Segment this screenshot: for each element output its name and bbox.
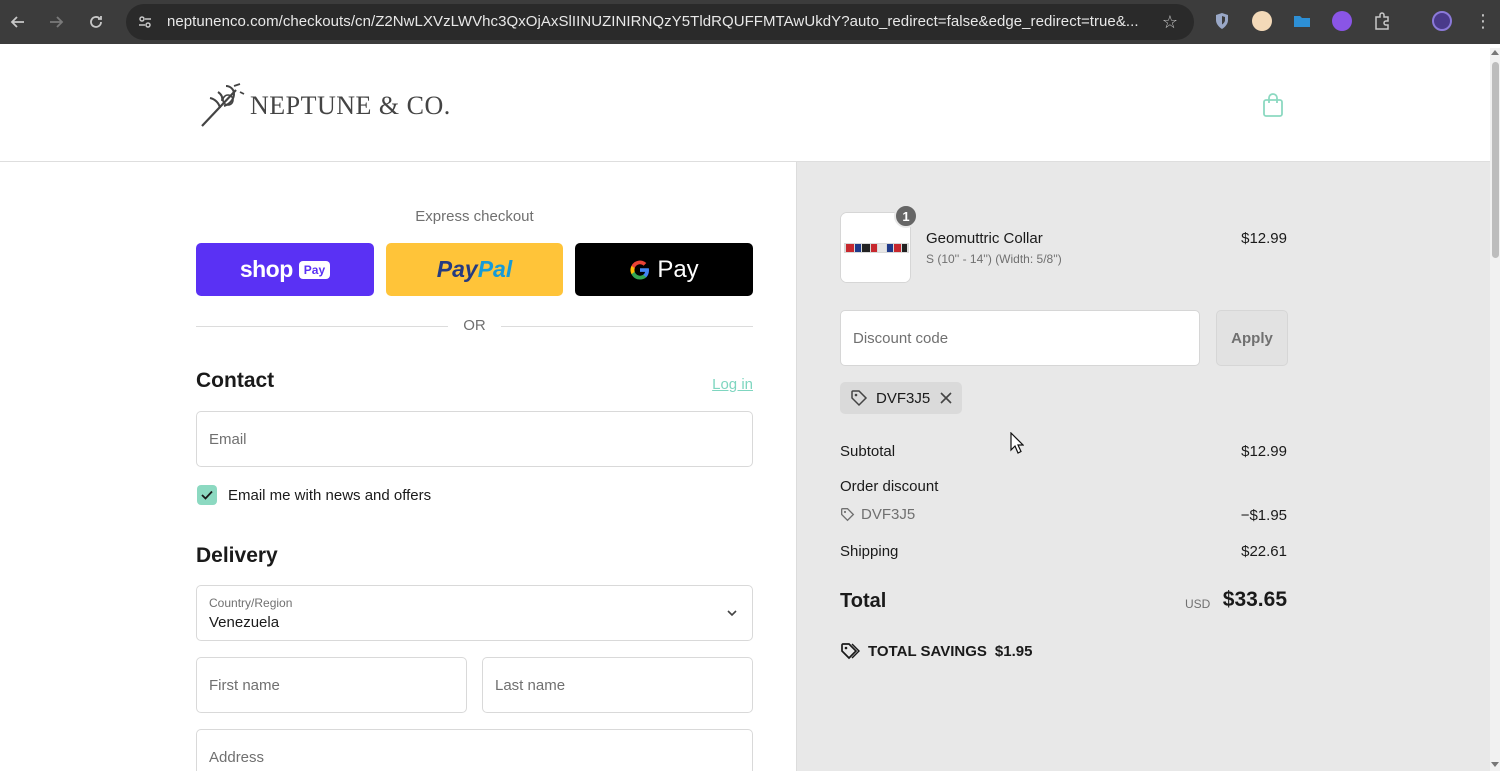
paypal-wordmark: PayPal <box>437 256 512 283</box>
applied-discount-chip: DVF3J5 <box>840 382 963 414</box>
profile-avatar-icon[interactable] <box>1432 11 1452 31</box>
address-field[interactable]: Address <box>196 729 753 771</box>
shop-pay-wordmark: shop <box>239 256 293 282</box>
tag-icon <box>841 508 855 522</box>
express-checkout-title: Express checkout <box>415 208 534 225</box>
delivery-heading: Delivery <box>196 544 278 567</box>
checkout-form: Express checkout shop Pay PayPal Pay OR … <box>0 162 796 771</box>
apply-discount-button[interactable]: Apply <box>1216 310 1288 366</box>
country-value: Venezuela <box>209 614 280 631</box>
order-discount-label: Order discount <box>840 478 939 495</box>
total-label: Total <box>840 590 887 612</box>
bookmark-star-icon[interactable]: ☆ <box>1160 12 1180 32</box>
login-link[interactable]: Log in <box>690 376 753 393</box>
reload-button[interactable] <box>82 8 110 36</box>
order-discount-code: DVF3J5 <box>861 506 916 523</box>
product-name: Geomuttric Collar <box>926 230 1043 247</box>
url-text[interactable]: neptunenco.com/checkouts/cn/Z2NwLXVzLWVh… <box>167 13 1147 30</box>
order-summary: 1 Geomuttric Collar S (10'' - 14'') (Wid… <box>796 162 1490 771</box>
shop-pay-badge: Pay <box>298 260 331 279</box>
scroll-up-arrow-icon[interactable] <box>1491 50 1499 55</box>
google-pay-wordmark: Pay <box>629 255 699 284</box>
country-label: Country/Region <box>209 596 293 610</box>
paypal-button[interactable]: PayPal <box>386 243 563 296</box>
chevron-down-icon <box>726 606 738 624</box>
email-field[interactable]: Email <box>196 411 753 467</box>
first-name-field[interactable]: First name <box>196 657 467 713</box>
or-label: OR <box>448 317 501 334</box>
puzzle-extensions-icon[interactable] <box>1372 11 1392 31</box>
remove-discount-icon[interactable] <box>940 392 952 404</box>
shop-pay-button[interactable]: shop Pay <box>196 243 374 296</box>
savings-label: TOTAL SAVINGS <box>868 642 987 660</box>
arrow-right-icon <box>50 16 64 28</box>
savings-amount: $1.95 <box>994 642 1033 660</box>
google-pay-text: Pay <box>657 255 699 283</box>
trident-logo-icon <box>201 83 245 127</box>
subtotal-value: $12.99 <box>1241 443 1287 460</box>
google-g-icon <box>630 260 650 280</box>
total-amount: $33.65 <box>1222 588 1287 611</box>
store-name: NEPTUNE & CO. <box>250 91 451 120</box>
product-price: $12.99 <box>1241 230 1287 247</box>
tag-icon <box>851 390 868 407</box>
shipping-label: Shipping <box>840 543 899 560</box>
check-icon <box>201 490 213 500</box>
order-discount-value: −$1.95 <box>1240 507 1287 524</box>
shipping-value: $22.61 <box>1241 543 1287 560</box>
scrollbar-thumb[interactable] <box>1492 62 1499 258</box>
total-savings: TOTAL SAVINGS $1.95 <box>840 642 1032 660</box>
email-placeholder: Email <box>209 431 247 448</box>
order-discount-code-row: DVF3J5 <box>840 506 915 523</box>
store-logo[interactable]: NEPTUNE & CO. <box>196 82 451 130</box>
address-placeholder: Address <box>209 749 265 766</box>
discount-code-input[interactable]: Discount code <box>840 310 1200 366</box>
reload-icon <box>90 16 102 28</box>
product-variant: S (10'' - 14'') (Width: 5/8'') <box>926 252 1062 266</box>
cookie-extension-icon[interactable] <box>1252 11 1272 31</box>
paypal-pal-text: Pal <box>477 256 513 282</box>
purple-extension-icon[interactable] <box>1332 11 1352 31</box>
contact-heading: Contact <box>196 369 275 392</box>
scroll-down-arrow-icon[interactable] <box>1491 762 1499 767</box>
folder-extension-icon[interactable] <box>1292 11 1312 31</box>
newsletter-label[interactable]: Email me with news and offers <box>228 487 431 504</box>
country-select[interactable]: Country/Region Venezuela <box>196 585 753 641</box>
back-button[interactable] <box>4 8 32 36</box>
shopping-bag-icon[interactable] <box>1262 92 1284 123</box>
applied-discount-code: DVF3J5 <box>876 389 931 407</box>
subtotal-label: Subtotal <box>840 443 896 460</box>
arrow-left-icon <box>10 16 24 28</box>
store-header: NEPTUNE & CO. <box>0 48 1490 162</box>
paypal-pay-text: Pay <box>436 256 478 282</box>
site-settings-icon[interactable] <box>136 13 154 31</box>
last-name-placeholder: Last name <box>495 677 566 694</box>
browser-toolbar: neptunenco.com/checkouts/cn/Z2NwLXVzLWVh… <box>0 0 1500 44</box>
forward-button[interactable] <box>42 8 70 36</box>
google-pay-button[interactable]: Pay <box>575 243 753 296</box>
last-name-field[interactable]: Last name <box>482 657 753 713</box>
savings-tag-icon <box>841 643 860 660</box>
discount-placeholder: Discount code <box>853 330 949 347</box>
shield-extension-icon[interactable] <box>1212 11 1232 31</box>
address-bar[interactable]: neptunenco.com/checkouts/cn/Z2NwLXVzLWVh… <box>126 4 1194 40</box>
browser-menu-icon[interactable]: ⋮ <box>1474 11 1492 31</box>
quantity-badge: 1 <box>894 204 918 228</box>
first-name-placeholder: First name <box>209 677 280 694</box>
mouse-cursor-icon <box>1010 431 1025 459</box>
newsletter-checkbox[interactable] <box>197 485 217 505</box>
